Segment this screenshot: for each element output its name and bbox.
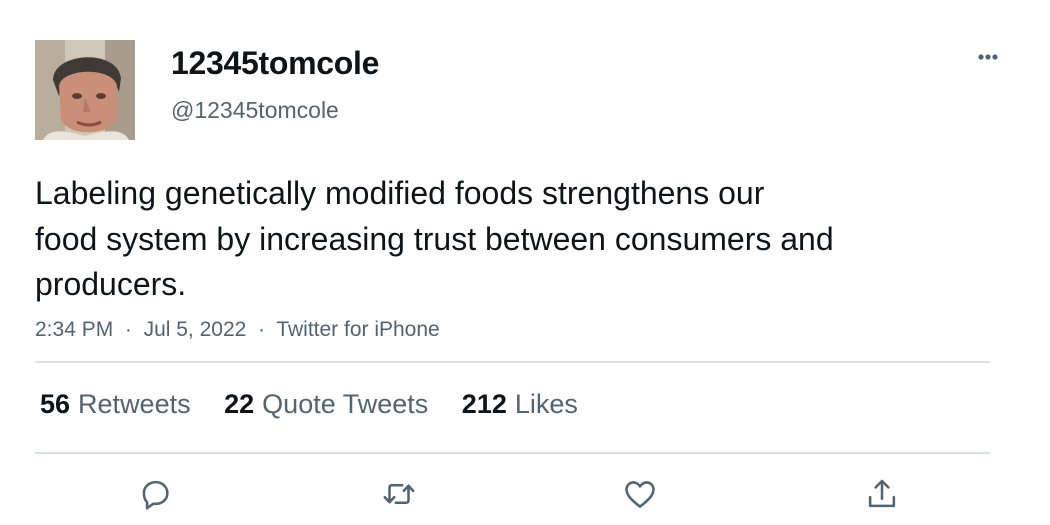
- avatar[interactable]: [35, 40, 135, 140]
- quote-tweets-label: Quote Tweets: [262, 389, 429, 419]
- like-button[interactable]: [620, 474, 660, 514]
- likes-stat[interactable]: 212 Likes: [462, 387, 578, 421]
- retweet-icon: [383, 484, 415, 504]
- heart-icon: [625, 481, 655, 508]
- share-button[interactable]: [862, 474, 902, 514]
- profile-photo-icon: [35, 40, 135, 140]
- retweets-count: 56: [40, 389, 71, 419]
- tweet-text: Labeling genetically modified foods stre…: [35, 171, 995, 308]
- more-options-button[interactable]: [968, 42, 1008, 72]
- tweet-time[interactable]: 2:34 PM: [35, 318, 113, 341]
- tweet-card: 12345tomcole @12345tomcole Labeling gene…: [0, 0, 1050, 525]
- action-bar: [0, 474, 1050, 514]
- likes-label: Likes: [514, 389, 578, 419]
- tweet-meta: 2:34 PM · Jul 5, 2022 · Twitter for iPho…: [35, 316, 440, 344]
- tweet-text-line: food system by increasing trust between …: [35, 220, 834, 257]
- likes-count: 212: [461, 389, 507, 419]
- tweet-source[interactable]: Twitter for iPhone: [276, 318, 439, 341]
- tweet-date[interactable]: Jul 5, 2022: [144, 318, 247, 341]
- user-handle[interactable]: @12345tomcole: [171, 96, 339, 124]
- divider: [35, 452, 990, 454]
- tweet-text-line: Labeling genetically modified foods stre…: [35, 175, 765, 211]
- more-icon: [978, 54, 998, 60]
- retweets-label: Retweets: [78, 389, 191, 419]
- quote-tweets-stat[interactable]: 22 Quote Tweets: [224, 387, 428, 421]
- tweet-stats: 56 Retweets 22 Quote Tweets 212 Likes: [40, 387, 604, 421]
- reply-button[interactable]: [135, 474, 175, 514]
- meta-separator: ·: [252, 318, 271, 341]
- reply-icon: [142, 480, 169, 510]
- divider: [35, 361, 990, 363]
- retweet-button[interactable]: [379, 474, 419, 514]
- share-icon: [868, 479, 896, 508]
- tweet-text-line: producers.: [35, 266, 187, 302]
- quote-tweets-count: 22: [224, 389, 255, 419]
- display-name[interactable]: 12345tomcole: [171, 44, 379, 82]
- meta-separator: ·: [119, 318, 138, 341]
- retweets-stat[interactable]: 56 Retweets: [40, 387, 191, 421]
